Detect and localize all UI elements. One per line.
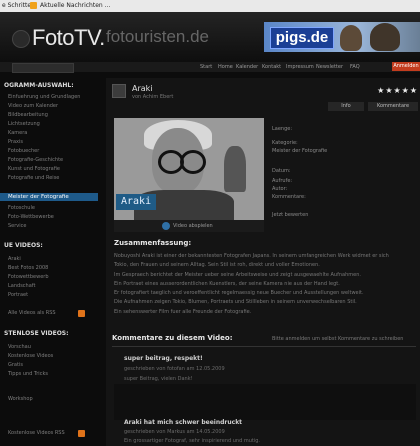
sidebar-item[interactable]: Kunst und Fotografie [8, 166, 60, 172]
nav-item[interactable]: Kontakt [262, 64, 281, 70]
rss-icon[interactable] [78, 430, 85, 437]
free-video-link[interactable]: Workshop [8, 396, 33, 402]
info-line: Laenge: [272, 126, 293, 132]
ostrich-image [370, 23, 400, 51]
info-line: Kategorie: [272, 140, 298, 146]
program-heading: OGRAMM-AUSWAHL: [4, 82, 74, 89]
comment-heading: Araki hat mich schwer beeindruckt [124, 419, 243, 426]
sidebar-item[interactable]: Lichtsetzung [8, 121, 40, 127]
video-thumb-icon [112, 84, 126, 98]
video-player[interactable]: Araki [114, 118, 264, 220]
summary-line: Nobuyoshi Araki ist einer der bekanntest… [114, 253, 389, 259]
free-video-link[interactable]: Kostenlose Videos [8, 353, 53, 359]
summary-title: Zusammenfassung: [114, 239, 192, 247]
info-line[interactable]: Meister der Fotografie [272, 148, 327, 154]
sidebar-item[interactable]: Fotografie-Geschichte [8, 157, 63, 163]
comment-text: Ein grossartiger Fotograf, sehr inspirie… [124, 438, 261, 444]
sidebar-item[interactable]: Fotoschule [8, 205, 35, 211]
comment-spacer [114, 384, 416, 420]
info-line: Autor: [272, 186, 288, 192]
video-label: Araki [116, 194, 157, 210]
ostrich-image [340, 25, 362, 51]
free-video-link[interactable]: Gratis [8, 362, 23, 368]
summary-line: Die Aufnahmen zeigen Tokio, Blumen, Port… [114, 299, 357, 306]
fotouristen-logo[interactable]: fotouristen.de [106, 27, 209, 47]
play-label[interactable]: Video abspielen [173, 223, 213, 229]
summary-line: Er fotografiert taeglich und veroeffentl… [114, 290, 364, 297]
free-video-link[interactable]: Tipps und Tricks [8, 371, 48, 377]
nav-item[interactable]: Home [218, 64, 233, 70]
divider [112, 346, 416, 347]
free-videos-heading: STENLOSE VIDEOS: [4, 330, 69, 337]
site-logo[interactable]: FotoTV. [32, 25, 105, 51]
bookmark-schritte[interactable]: e Schritte [2, 2, 31, 9]
comment-meta: geschrieben von Markus am 14.05.2009 [124, 429, 225, 435]
video-link[interactable]: Araki [8, 256, 21, 262]
nav-item[interactable]: Start [200, 64, 212, 70]
sidebar-item[interactable]: Service [8, 223, 26, 229]
video-title: Araki [132, 84, 153, 93]
rate-link[interactable]: Jetzt bewerten [272, 212, 308, 218]
nav-item[interactable]: Kalender [236, 64, 258, 70]
free-rss-link[interactable]: Kostenlose Videos RSS [8, 430, 65, 436]
sidebar-item[interactable]: Fotobuecher [8, 148, 39, 154]
bookmark-nachrichten[interactable]: Aktuelle Nachrichten ... [40, 2, 110, 9]
fototv-logo-icon [12, 30, 30, 48]
video-info: Laenge: Kategorie: Meister der Fotografi… [272, 120, 416, 220]
comment-text: super Beitrag, vielen Dank! [124, 376, 193, 382]
video-link[interactable]: Fotowettbewerb [8, 274, 49, 280]
sidebar-item[interactable]: Kamera [8, 130, 27, 136]
info-line: Datum: [272, 168, 291, 174]
pigs-logo[interactable]: pigs.de [270, 27, 334, 49]
comment-heading: super beitrag, respekt! [124, 355, 203, 362]
sidebar-item[interactable]: Praxis [8, 139, 23, 145]
bookmark-news-icon [30, 2, 37, 9]
nav-item[interactable]: Impressum [286, 64, 314, 70]
sidebar-item[interactable]: Fotografie und Reise [8, 175, 59, 181]
sidebar: OGRAMM-AUSWAHL: Einfuehrung und Grundlag… [0, 78, 98, 446]
tab-info[interactable]: Info [328, 102, 364, 111]
summary-line: Im Gespraech berichtet der Meister ueber… [114, 271, 361, 278]
summary-line: Ein sehenswerter Film fuer alle Freunde … [114, 308, 252, 315]
summary-line: Tokio, den Frauen und seinem Alltag. Sei… [114, 262, 320, 269]
rating-stars[interactable]: ★★★★★ [377, 86, 418, 95]
video-tabs: Info Kommentare [320, 102, 420, 111]
sidebar-item-label: Meister der Fotografie [8, 194, 69, 200]
sidebar-item[interactable]: Bildbearbeitung [8, 112, 48, 118]
search-input[interactable] [12, 63, 74, 73]
free-video-link[interactable]: Vorschau [8, 344, 31, 350]
comments-title: Kommentare zu diesem Video: [112, 334, 233, 342]
summary-text: Nobuyoshi Araki ist einer der bekanntest… [114, 252, 416, 322]
dinosaur-figure [224, 146, 246, 192]
video-author[interactable]: von Achim Ebert [132, 94, 173, 100]
videos-rss-link[interactable]: Alle Videos als RSS [8, 310, 56, 316]
summary-line: Ein Portraet eines ausserordentlichen Ku… [114, 280, 340, 287]
sidebar-item[interactable]: Foto-Wettbewerbe [8, 214, 54, 220]
sidebar-item[interactable]: Video zum Kalender [8, 103, 58, 109]
glasses-shape [180, 150, 206, 174]
comment-meta: geschrieben von fotofan am 12.05.2009 [124, 366, 225, 372]
login-button[interactable]: Anmelden [392, 62, 420, 71]
nav-item[interactable]: Newsletter [316, 64, 343, 70]
sidebar-item-active[interactable]: Meister der Fotografie [0, 193, 98, 201]
nav-item[interactable]: FAQ [350, 64, 360, 70]
video-link[interactable]: Landschaft [8, 283, 35, 289]
video-link[interactable]: Best Fotos 2008 [8, 265, 48, 271]
rss-icon[interactable] [78, 310, 85, 317]
tab-comments[interactable]: Kommentare [368, 102, 418, 111]
info-line: Aufrufe: [272, 178, 293, 184]
sidebar-item[interactable]: Einfuehrung und Grundlagen [8, 94, 80, 100]
videos-heading: UE VIDEOS: [4, 242, 43, 249]
comments-note[interactable]: Bitte anmelden um selbst Kommentare zu s… [272, 336, 403, 342]
video-link[interactable]: Portraet [8, 292, 28, 298]
info-line: Kommentare: [272, 194, 306, 200]
play-icon[interactable] [162, 222, 170, 230]
